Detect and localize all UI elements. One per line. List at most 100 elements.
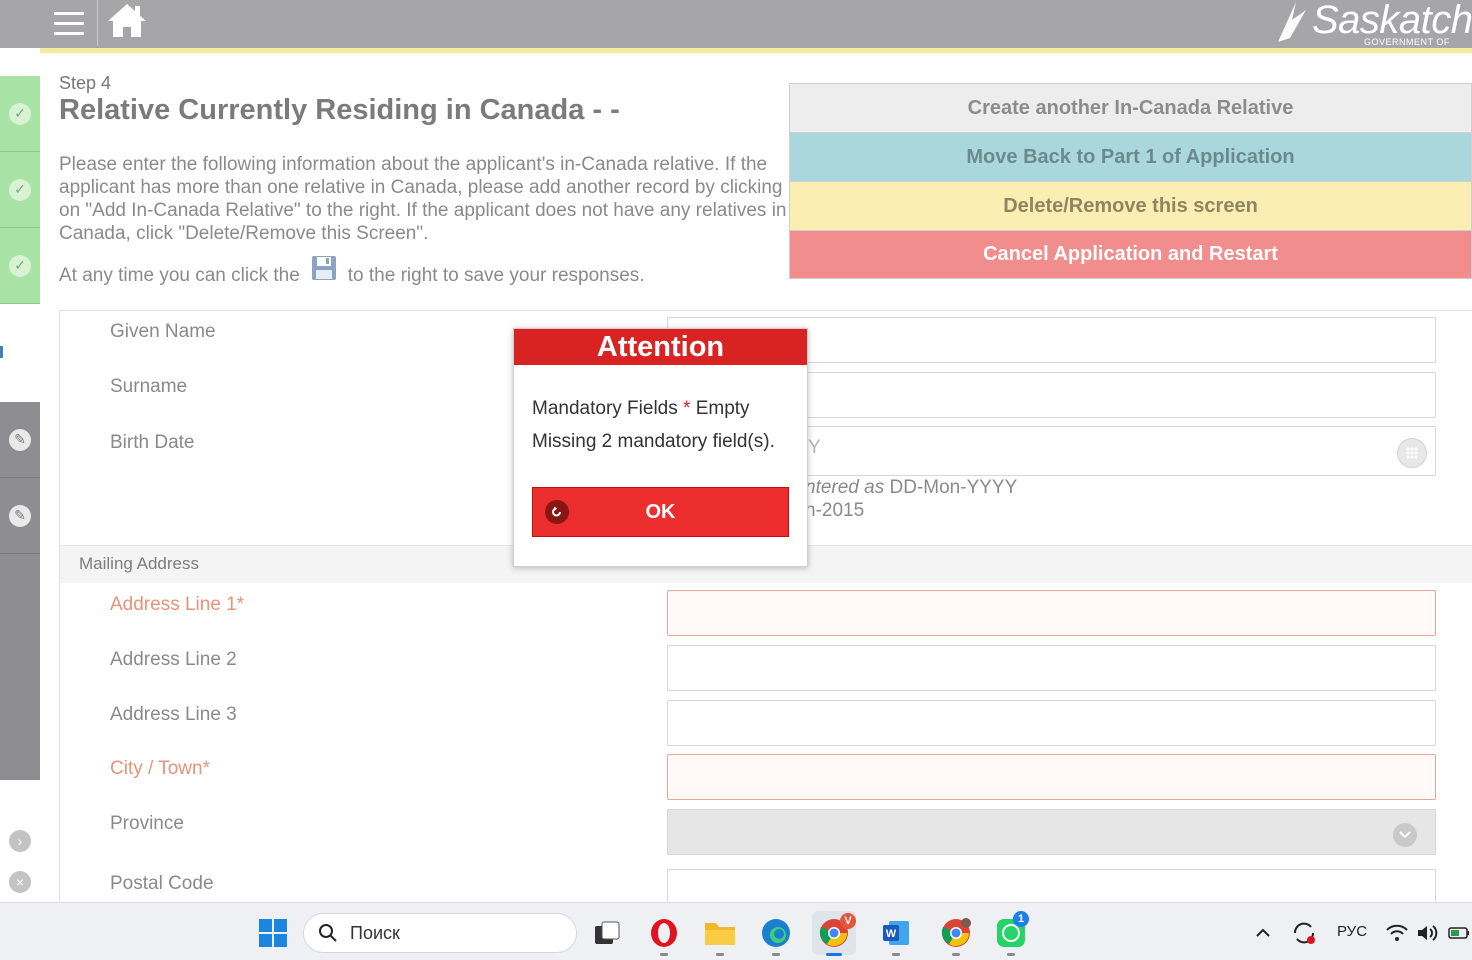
- date-format-hint-italic: ntered as: [805, 477, 885, 498]
- sidebar-step-current[interactable]: [0, 304, 40, 402]
- given-name-label: Given Name: [110, 321, 216, 342]
- government-logo: Saskatch GOVERNMENT OF: [1272, 0, 1472, 48]
- return-icon: [545, 500, 569, 524]
- address-line-3-label: Address Line 3: [110, 704, 237, 725]
- step-label: Step 4: [59, 73, 112, 93]
- battery-icon[interactable]: [1446, 917, 1472, 949]
- birth-date-placeholder: Y: [808, 437, 821, 458]
- sidebar-close-button[interactable]: ×: [0, 864, 40, 900]
- whatsapp-active-indicator: [1007, 953, 1015, 956]
- cancel-application-button[interactable]: Cancel Application and Restart: [789, 230, 1472, 279]
- word-active-indicator: [892, 953, 900, 956]
- address-line-1-input[interactable]: [667, 590, 1436, 636]
- progress-sidebar: ✓ ✓ ✓ ✎ ✎ › ×: [0, 48, 40, 902]
- task-view-icon[interactable]: [591, 917, 623, 949]
- date-format-hint: ntered as DD-Mon-YYYY: [805, 477, 1017, 499]
- close-icon: ×: [9, 871, 31, 893]
- sidebar-step-1[interactable]: ✓: [0, 76, 40, 152]
- check-icon: ✓: [9, 102, 31, 125]
- delete-screen-button[interactable]: Delete/Remove this screen: [789, 181, 1472, 230]
- dialog-title: Attention: [514, 329, 807, 365]
- dialog-line1-b: Empty: [695, 398, 750, 419]
- save-disk-icon[interactable]: [310, 254, 338, 282]
- wifi-icon[interactable]: [1384, 917, 1410, 949]
- whatsapp-notification-badge: 1: [1013, 911, 1029, 927]
- dialog-line2: Missing 2 mandatory field(s).: [532, 431, 775, 452]
- move-back-button[interactable]: Move Back to Part 1 of Application: [789, 132, 1472, 181]
- header-accent-line: [40, 48, 1472, 53]
- postal-code-label: Postal Code: [110, 873, 214, 894]
- province-label: Province: [110, 813, 184, 834]
- chevron-up-icon[interactable]: [1249, 917, 1277, 949]
- search-icon: [319, 924, 337, 942]
- save-hint: At any time you can click the to the rig…: [59, 256, 645, 290]
- sidebar-next-button[interactable]: ›: [0, 823, 40, 859]
- province-select[interactable]: [667, 809, 1436, 855]
- create-relative-button[interactable]: Create another In-Canada Relative: [789, 83, 1472, 132]
- sidebar-step-5[interactable]: ✎: [0, 402, 40, 478]
- windows-start-icon[interactable]: [257, 917, 289, 949]
- address-line-2-input[interactable]: [667, 645, 1436, 691]
- pencil-icon: ✎: [9, 428, 31, 451]
- home-icon[interactable]: [104, 0, 150, 42]
- date-example-hint: n-2015: [805, 500, 865, 521]
- action-buttons: Create another In-Canada Relative Move B…: [789, 83, 1472, 279]
- ok-label: OK: [645, 500, 676, 523]
- save-hint-after: to the right to save your responses.: [347, 265, 645, 286]
- windows-taskbar: Поиск V W 1 РУС: [0, 902, 1472, 960]
- check-icon: ✓: [9, 254, 31, 277]
- arrow-right-icon: ›: [9, 830, 31, 852]
- address-line-2-label: Address Line 2: [110, 649, 237, 670]
- check-icon: ✓: [9, 178, 31, 201]
- brand-subtitle: GOVERNMENT OF: [1364, 37, 1450, 47]
- save-hint-before: At any time you can click the: [59, 265, 300, 286]
- keyboard-language[interactable]: РУС: [1337, 923, 1367, 940]
- wheat-logo-icon: [1278, 2, 1306, 42]
- top-header: [40, 0, 1472, 48]
- sidebar-step-6[interactable]: ✎: [0, 478, 40, 554]
- sidebar-empty-area: [0, 554, 40, 780]
- city-town-input[interactable]: [667, 754, 1436, 800]
- header-gutter: [0, 0, 40, 48]
- page-title: Relative Currently Residing in Canada - …: [59, 94, 620, 126]
- chrome-profile-2-icon[interactable]: [940, 917, 972, 949]
- svg-text:W: W: [886, 928, 897, 940]
- chevron-down-icon: [1393, 823, 1417, 847]
- attention-dialog: Attention Mandatory Fields * Empty Missi…: [513, 328, 808, 567]
- edge-active-indicator: [772, 953, 780, 956]
- required-star: *: [683, 398, 691, 419]
- sidebar-step-3[interactable]: ✓: [0, 228, 40, 304]
- opera-active-indicator: [660, 953, 668, 956]
- dialog-line1-a: Mandatory Fields: [532, 398, 678, 419]
- chrome-active-indicator: [826, 953, 842, 956]
- sync-icon[interactable]: [1288, 917, 1320, 949]
- hamburger-menu-icon[interactable]: [40, 0, 98, 46]
- address-line-3-input[interactable]: [667, 700, 1436, 746]
- address-line-1-label: Address Line 1*: [110, 594, 245, 615]
- instructions-text: Please enter the following information a…: [59, 154, 787, 244]
- ok-button[interactable]: OK: [532, 487, 789, 537]
- date-format: DD-Mon-YYYY: [889, 477, 1018, 498]
- birth-date-label: Birth Date: [110, 432, 195, 453]
- chrome-browser-icon-active[interactable]: V: [812, 911, 856, 955]
- mailing-address-title: Mailing Address: [79, 554, 200, 573]
- calendar-icon[interactable]: [1397, 438, 1427, 468]
- pencil-icon: ✎: [9, 504, 31, 527]
- dialog-message: Mandatory Fields * Empty Missing 2 manda…: [532, 392, 775, 458]
- volume-icon[interactable]: [1414, 917, 1440, 949]
- file-explorer-icon[interactable]: [704, 917, 736, 949]
- postal-code-input[interactable]: [667, 869, 1436, 902]
- surname-label: Surname: [110, 376, 188, 397]
- whatsapp-icon[interactable]: 1: [995, 911, 1029, 949]
- word-icon[interactable]: W: [880, 917, 912, 949]
- explorer-active-indicator: [716, 953, 724, 956]
- chrome-profile-badge: V: [840, 913, 856, 929]
- chrome2-active-indicator: [952, 953, 960, 956]
- opera-browser-icon[interactable]: [648, 917, 680, 949]
- taskbar-search[interactable]: Поиск: [303, 913, 577, 953]
- search-placeholder: Поиск: [350, 922, 400, 943]
- current-step-marker: [0, 346, 3, 358]
- city-town-label: City / Town*: [110, 758, 210, 779]
- edge-browser-icon[interactable]: [760, 917, 792, 949]
- sidebar-step-2[interactable]: ✓: [0, 152, 40, 228]
